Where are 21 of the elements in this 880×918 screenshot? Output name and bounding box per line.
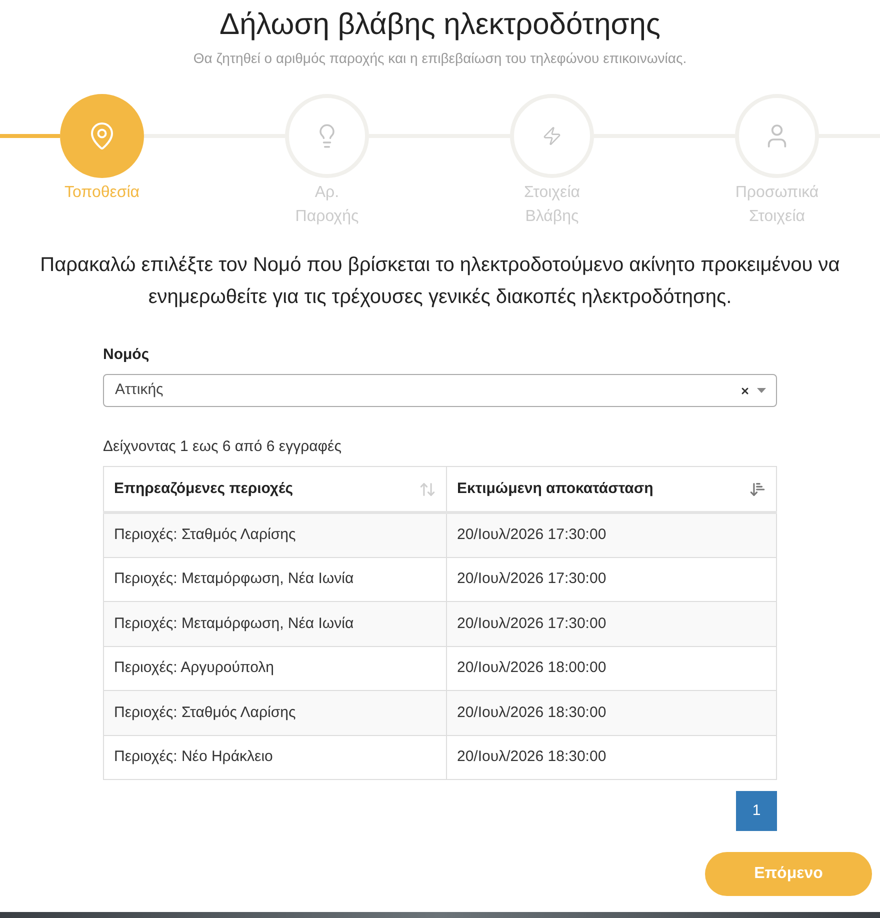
step-label: Τοποθεσία [64,183,140,203]
page-button[interactable]: 1 [736,791,777,831]
prefecture-select[interactable]: Αττικής [103,374,777,407]
page-title: Δήλωση βλάβης ηλεκτροδότησης [220,7,660,43]
sort-ascending-icon[interactable] [749,480,766,498]
table-cell: Περιοχές: Νέο Ηράκλειο [104,735,446,780]
table-cell: Περιοχές: Μεταμόρφωση, Νέα Ιωνία [104,602,446,646]
table-cell: Περιοχές: Σταθμός Λαρίσης [104,512,446,557]
table-cell: 20/Ιουλ/2026 17:30:00 [446,512,776,557]
sort-icon[interactable] [419,480,436,498]
table-cell: 20/Ιουλ/2026 18:30:00 [446,735,776,780]
clear-icon[interactable] [740,386,750,396]
lightning-icon [542,126,562,146]
caret-icon [757,388,766,393]
page-subtitle: Θα ζητηθεί ο αριθμός παροχής και η επιβεβαίωση του τηλεφώνου επικοινωνίας. [193,49,687,68]
prefecture-label: Νομός [103,345,150,365]
records-info: Δείχνοντας 1 εως 6 από 6 εγγραφές [103,437,342,457]
table-cell: 20/Ιουλ/2026 18:30:00 [446,690,776,735]
table-cell: 20/Ιουλ/2026 17:30:00 [446,602,776,646]
instructions-text: Παρακαλώ επιλέξτε τον Νομό που βρίσκεται το ηλεκτροδοτούμενο ακίνητο προκειμένου να ενημερωθείτε για τις τρέχουσες γενικές διακοπές ηλεκτροδότησης. [39,253,841,310]
table-cell: Περιοχές: Σταθμός Λαρίσης [104,690,446,735]
